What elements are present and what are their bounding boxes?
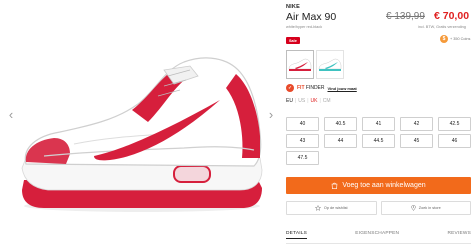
shopping-bag-icon bbox=[332, 182, 338, 189]
size-option[interactable]: 41 bbox=[362, 117, 395, 131]
color-variant-red-image bbox=[288, 58, 312, 71]
store-search-label: Zoek in store bbox=[418, 206, 441, 210]
tab-details[interactable]: DETAILS bbox=[286, 228, 308, 239]
store-search-button[interactable]: Zoek in store bbox=[380, 201, 471, 215]
coin-icon: $ bbox=[440, 35, 448, 43]
color-variant-red[interactable] bbox=[286, 50, 314, 79]
size-option[interactable]: 44.5 bbox=[362, 134, 395, 148]
color-name: white/hyper red-black bbox=[286, 25, 323, 29]
product-tabs: DETAILS EIGENSCHAPPEN REVIEWS bbox=[286, 228, 471, 244]
sale-badge: Sale bbox=[286, 37, 300, 44]
size-option[interactable]: 42.5 bbox=[438, 117, 471, 131]
old-price: € 139,99 bbox=[386, 11, 425, 22]
color-variant-teal-image bbox=[318, 58, 342, 71]
size-option[interactable]: 47.5 bbox=[286, 151, 319, 165]
size-system-cm[interactable]: CM bbox=[323, 98, 331, 104]
tab-eigenschappen[interactable]: EIGENSCHAPPEN bbox=[355, 228, 399, 243]
size-system-selector: EU | US | UK | CM bbox=[286, 98, 331, 104]
fit-finder-label: FIT FINDER bbox=[297, 85, 325, 91]
size-option[interactable]: 40.5 bbox=[324, 117, 357, 131]
size-option[interactable]: 45 bbox=[400, 134, 433, 148]
sale-price: € 70,00 bbox=[434, 10, 470, 22]
wishlist-label: Op de wishlist bbox=[323, 206, 348, 210]
size-system-us[interactable]: US bbox=[298, 98, 305, 104]
add-to-cart-button[interactable]: Voeg toe aan winkelwagen bbox=[286, 177, 471, 194]
size-option[interactable]: 46 bbox=[438, 134, 471, 148]
fit-finder-link[interactable]: Vind jouw maat bbox=[328, 86, 357, 91]
fit-finder: ✓ FIT FINDER Vind jouw maat bbox=[286, 84, 357, 92]
color-variant-thumbnails bbox=[286, 50, 344, 79]
add-to-cart-label: Voeg toe aan winkelwagen bbox=[342, 182, 426, 189]
size-system-uk[interactable]: UK bbox=[311, 98, 318, 104]
star-icon bbox=[314, 205, 321, 211]
fit-finder-icon: ✓ bbox=[286, 84, 294, 92]
coins-info: $ + 350 Coins bbox=[440, 35, 470, 43]
size-option[interactable]: 42 bbox=[400, 117, 433, 131]
location-pin-icon bbox=[411, 205, 416, 211]
secondary-actions: Op de wishlist Zoek in store bbox=[286, 201, 471, 215]
wishlist-button[interactable]: Op de wishlist bbox=[286, 201, 377, 215]
product-brand[interactable]: NIKE bbox=[286, 4, 300, 10]
color-variant-teal[interactable] bbox=[316, 50, 344, 79]
tab-reviews[interactable]: REVIEWS bbox=[447, 228, 471, 243]
coins-text: + 350 Coins bbox=[450, 37, 471, 41]
size-option[interactable]: 44 bbox=[324, 134, 357, 148]
product-info-panel: NIKE Air Max 90 € 139,99 € 70,00 white/h… bbox=[286, 0, 471, 244]
vat-shipping-note: incl. BTW, Gratis verzending bbox=[418, 25, 466, 29]
size-system-eu[interactable]: EU bbox=[286, 98, 293, 104]
size-option[interactable]: 40 bbox=[286, 117, 319, 131]
product-gallery: ‹ › bbox=[0, 0, 280, 244]
product-main-image bbox=[21, 57, 263, 212]
product-title: Air Max 90 bbox=[286, 11, 337, 23]
size-grid: 40 40.5 41 42 42.5 43 44 44.5 45 46 47.5 bbox=[286, 117, 471, 165]
size-option[interactable]: 43 bbox=[286, 134, 319, 148]
